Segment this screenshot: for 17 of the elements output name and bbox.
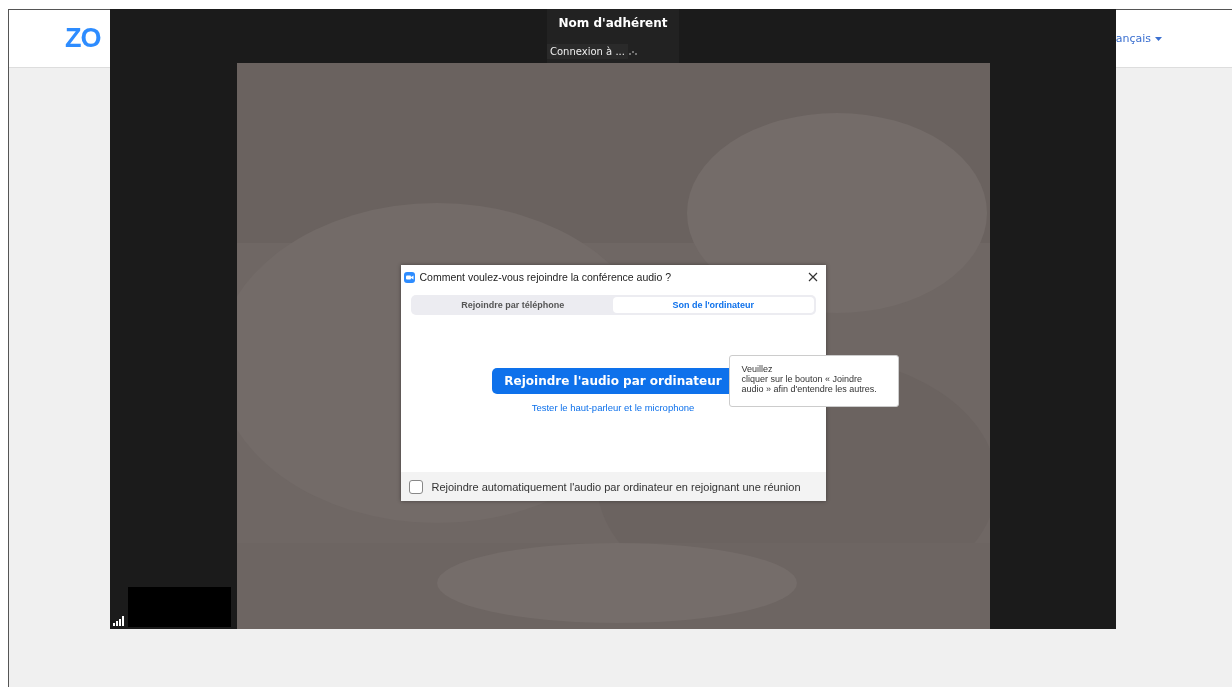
caret-icon: [1155, 36, 1162, 41]
loading-dots-icon: [629, 51, 637, 55]
tooltip-text: cliquer sur le bouton « Joindre: [741, 374, 864, 384]
connection-status: Connexion à ...: [547, 44, 628, 59]
language-selector[interactable]: ançais: [1115, 32, 1162, 45]
checkbox[interactable]: [408, 479, 423, 494]
dialog-title: Comment voulez-vous rejoindre la conférence audio ?: [419, 271, 673, 283]
participant-name: Nom d'adhérent: [558, 16, 668, 30]
signal-icon: [113, 616, 125, 626]
tab[interactable]: Son de l'ordinateur: [613, 297, 814, 313]
tooltip-text: Veuillez: [741, 364, 774, 374]
tooltip-text: audio » afin d'entendre les autres.: [741, 384, 878, 394]
logo: ZO: [65, 23, 101, 54]
tab[interactable]: Rejoindre par téléphone: [412, 297, 613, 313]
checkbox-label: Rejoindre automatiquement l'audio par ordinateur en rejoignant une réunion: [431, 480, 801, 493]
camera-icon: [403, 271, 415, 283]
test-audio-link[interactable]: Tester le haut-parleur et le microphone: [531, 402, 695, 413]
